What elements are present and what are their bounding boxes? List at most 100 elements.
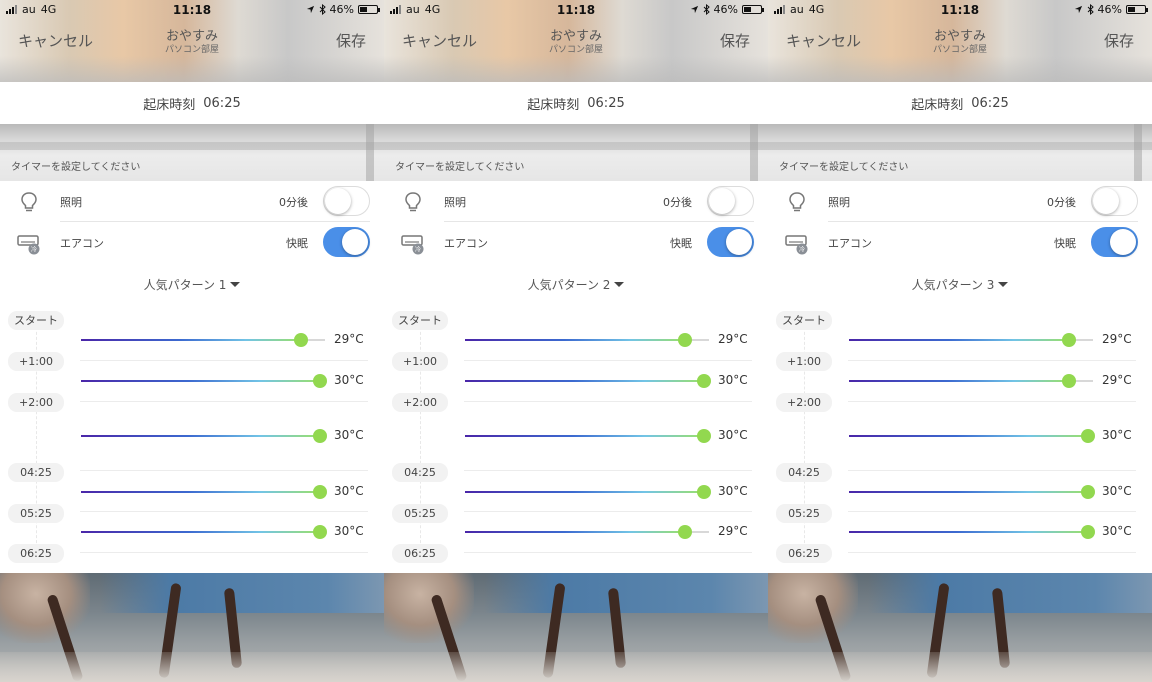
time-label-pill: +1:00: [776, 352, 832, 371]
time-label-pill: 05:25: [776, 504, 832, 523]
slider-thumb[interactable]: [1081, 485, 1096, 499]
slider-thumb[interactable]: [697, 374, 712, 388]
lighting-value[interactable]: 0分後: [279, 194, 308, 210]
pattern-selector[interactable]: 人気パターン 3: [768, 276, 1152, 293]
timer-hint: タイマーを設定してください: [11, 162, 141, 173]
slider-fill: [849, 435, 1089, 437]
timer-banner: タイマーを設定してください: [384, 124, 768, 181]
svg-text:冷: 冷: [31, 246, 37, 254]
lighting-label: 照明: [60, 196, 82, 209]
slider-thumb[interactable]: [313, 485, 328, 499]
temperature-value: 29°C: [1102, 332, 1132, 346]
wake-time-value: 06:25: [971, 95, 1009, 111]
temperature-value: 30°C: [334, 428, 364, 442]
temperature-slider[interactable]: [849, 429, 1096, 443]
slider-fill: [465, 339, 685, 341]
slider-thumb[interactable]: [677, 333, 692, 347]
lighting-toggle[interactable]: [707, 186, 754, 216]
caret-down-icon: [614, 282, 625, 287]
battery-percent: 46%: [329, 3, 354, 16]
wake-time-label: 起床時刻: [527, 97, 580, 113]
nav-subtitle: パソコン部屋: [548, 45, 603, 55]
screens-container: au 4G 11:18 46% キャンセル おやすみ パソコン部屋 保存 起床時…: [0, 0, 1152, 682]
pattern-label: 人気パターン 2: [527, 278, 611, 292]
svg-text:冷: 冷: [799, 246, 805, 254]
time-label-pill: スタート: [776, 311, 832, 330]
battery-icon: [742, 5, 764, 14]
location-arrow-icon: [306, 5, 314, 14]
pattern-label: 人気パターン 1: [143, 278, 227, 292]
temperature-slider[interactable]: [849, 525, 1096, 539]
row-divider: [80, 511, 368, 512]
temperature-slider[interactable]: [465, 485, 712, 499]
temperature-schedule: スタート +1:00 +2:00 04:25 05:25 06:25 29°C 30°C 30°…: [0, 308, 384, 573]
slider-fill: [81, 339, 301, 341]
location-arrow-icon: [1074, 5, 1082, 14]
status-bar: au 4G 11:18 46%: [768, 0, 1152, 20]
aircon-mode-value[interactable]: 快眠: [670, 235, 692, 251]
slider-thumb[interactable]: [1081, 429, 1096, 443]
wake-time-row[interactable]: 起床時刻 06:25: [768, 82, 1152, 124]
slider-fill: [465, 531, 685, 533]
save-button[interactable]: 保存: [336, 30, 366, 51]
temperature-slider[interactable]: [81, 525, 328, 539]
lighting-toggle[interactable]: [323, 186, 370, 216]
temperature-slider[interactable]: [81, 333, 325, 347]
slider-thumb[interactable]: [677, 525, 692, 539]
lighting-value[interactable]: 0分後: [663, 194, 692, 210]
slider-thumb[interactable]: [313, 525, 328, 539]
caret-down-icon: [230, 282, 241, 287]
temperature-slider[interactable]: [849, 333, 1093, 347]
temperature-slider[interactable]: [465, 374, 712, 388]
temperature-slider[interactable]: [81, 485, 328, 499]
aircon-toggle[interactable]: [323, 227, 370, 257]
aircon-mode-value[interactable]: 快眠: [1054, 235, 1076, 251]
aircon-toggle[interactable]: [707, 227, 754, 257]
location-arrow-icon: [690, 5, 698, 14]
aircon-icon: 冷: [17, 235, 40, 255]
wake-time-label: 起床時刻: [143, 97, 196, 113]
aircon-label: エアコン: [60, 237, 104, 250]
slider-thumb[interactable]: [313, 429, 328, 443]
lighting-toggle[interactable]: [1091, 186, 1138, 216]
temperature-slider[interactable]: [465, 525, 709, 539]
screen-pattern-3: au 4G 11:18 46% キャンセル おやすみ パソコン部屋 保存 起床時…: [768, 0, 1152, 682]
slider-thumb[interactable]: [1061, 374, 1076, 388]
bottom-photo: [384, 573, 768, 682]
timer-hint: タイマーを設定してください: [395, 162, 525, 173]
temperature-slider[interactable]: [465, 429, 712, 443]
temperature-value: 29°C: [1102, 373, 1132, 387]
temperature-slider[interactable]: [81, 429, 328, 443]
battery-icon: [358, 5, 380, 14]
slider-thumb[interactable]: [1061, 333, 1076, 347]
slider-fill: [81, 491, 321, 493]
temperature-slider[interactable]: [81, 374, 328, 388]
temperature-slider[interactable]: [849, 374, 1093, 388]
time-label-pill: 04:25: [392, 463, 448, 482]
row-divider: [464, 360, 752, 361]
lighting-value[interactable]: 0分後: [1047, 194, 1076, 210]
row-divider: [80, 401, 368, 402]
save-button[interactable]: 保存: [720, 30, 750, 51]
slider-thumb[interactable]: [697, 485, 712, 499]
pattern-selector[interactable]: 人気パターン 2: [384, 276, 768, 293]
wake-time-row[interactable]: 起床時刻 06:25: [0, 82, 384, 124]
slider-fill: [849, 339, 1069, 341]
nav-subtitle: パソコン部屋: [932, 45, 987, 55]
wake-time-row[interactable]: 起床時刻 06:25: [384, 82, 768, 124]
save-button[interactable]: 保存: [1104, 30, 1134, 51]
temperature-value: 30°C: [334, 484, 364, 498]
pattern-selector[interactable]: 人気パターン 1: [0, 276, 384, 293]
slider-thumb[interactable]: [293, 333, 308, 347]
temperature-value: 30°C: [718, 373, 748, 387]
temperature-value: 30°C: [334, 524, 364, 538]
slider-thumb[interactable]: [313, 374, 328, 388]
toggle-knob: [1110, 229, 1136, 255]
temperature-slider[interactable]: [465, 333, 709, 347]
slider-thumb[interactable]: [1081, 525, 1096, 539]
temperature-slider[interactable]: [849, 485, 1096, 499]
aircon-toggle[interactable]: [1091, 227, 1138, 257]
slider-fill: [465, 435, 705, 437]
slider-thumb[interactable]: [697, 429, 712, 443]
aircon-mode-value[interactable]: 快眠: [286, 235, 308, 251]
